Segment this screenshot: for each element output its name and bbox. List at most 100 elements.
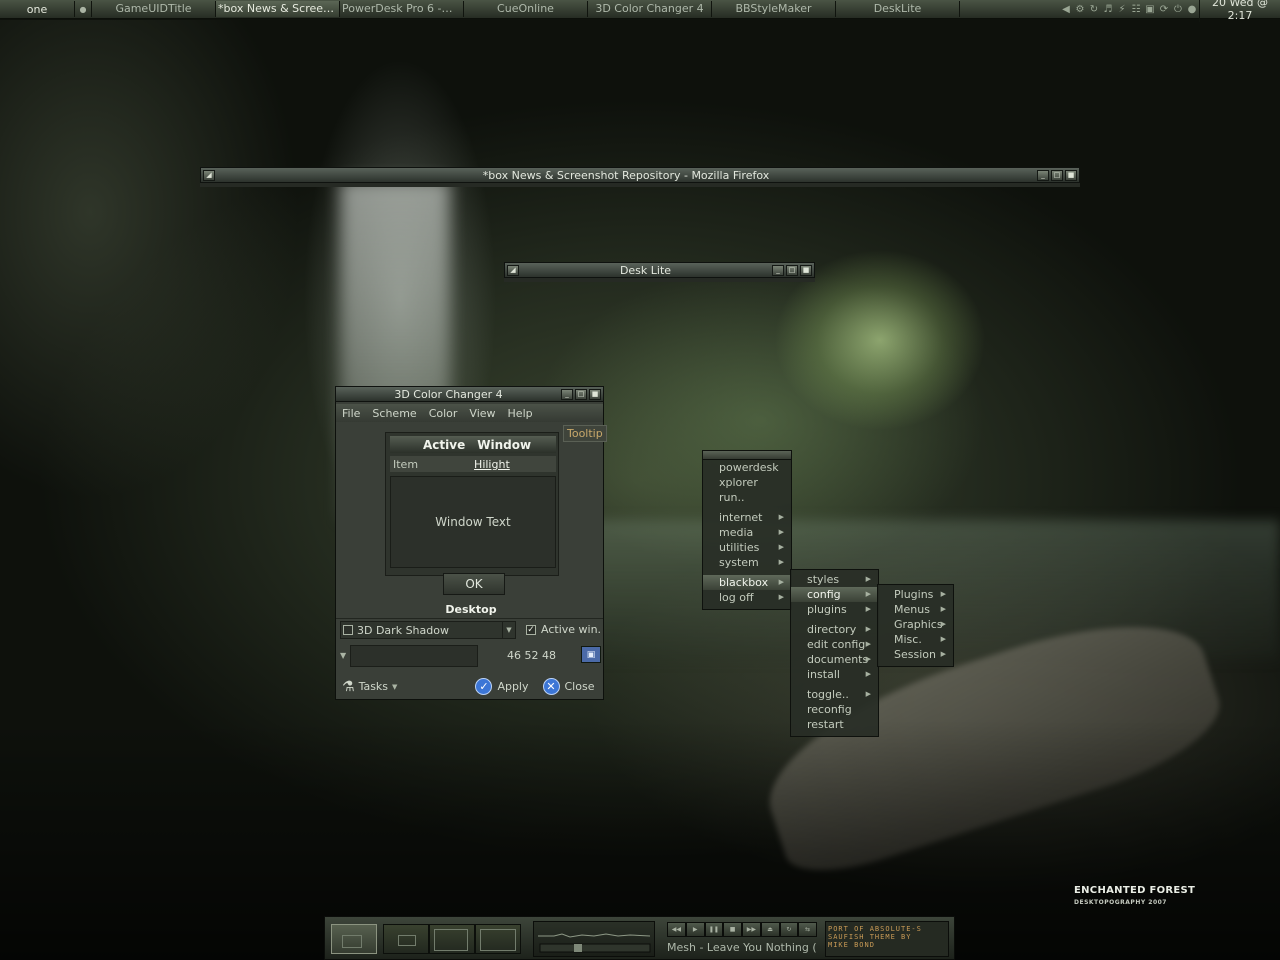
preview-ok-button[interactable]: OK: [443, 573, 505, 595]
apply-icon[interactable]: ✓: [475, 678, 493, 695]
menu-help[interactable]: Help: [502, 407, 539, 420]
minimize-icon[interactable]: _: [561, 388, 573, 400]
workspace-pager-3[interactable]: [429, 924, 475, 954]
root-menu: powerdesk xplorer run.. internet ▶ media ▶…: [702, 450, 792, 610]
tray-window-icon[interactable]: ▣: [1143, 2, 1157, 16]
preview-active-titlebar[interactable]: Active Window: [390, 436, 556, 453]
window-menu-icon[interactable]: ◢: [507, 264, 519, 276]
maximize-icon[interactable]: □: [575, 388, 587, 400]
task-button[interactable]: PowerDesk Pro 6 -> Z...: [340, 1, 464, 17]
next-track-icon[interactable]: ▶▶: [742, 922, 761, 937]
tray-prev-icon[interactable]: ◀: [1059, 2, 1073, 16]
pause-icon[interactable]: ❚❚: [704, 922, 724, 937]
preview-window-text[interactable]: Window Text: [390, 476, 556, 568]
menu-item-blackbox[interactable]: blackbox ▶: [703, 575, 791, 590]
scheme-preview[interactable]: Active Window Item Hilight Window Text: [385, 432, 559, 576]
minimize-icon[interactable]: _: [1037, 169, 1049, 181]
active-win-checkbox[interactable]: ✓: [526, 624, 536, 635]
credit-line: PORT OF ABSOLUTE-S: [828, 925, 922, 933]
close-icon[interactable]: ■: [589, 388, 601, 400]
chevron-down-icon[interactable]: ▼: [502, 622, 515, 638]
menu-item-config[interactable]: config ▶: [791, 587, 878, 602]
menu-color[interactable]: Color: [423, 407, 464, 420]
menu-item-system[interactable]: system ▶: [703, 555, 791, 570]
task-button[interactable]: DeskLite: [836, 1, 960, 17]
preview-menu-row[interactable]: Item Hilight: [390, 456, 556, 472]
workspace-pager-2[interactable]: [383, 924, 429, 954]
tray-sync-icon[interactable]: ↻: [1087, 2, 1101, 16]
task-button[interactable]: BBStyleMaker: [712, 1, 836, 17]
menu-item-install[interactable]: install ▶: [791, 667, 878, 682]
task-button-active[interactable]: *box News & Screensh...: [216, 1, 340, 17]
workspace-pager-1[interactable]: [331, 924, 377, 954]
menu-item-internet[interactable]: internet ▶: [703, 510, 791, 525]
menu-item-toggle[interactable]: toggle.. ▶: [791, 687, 878, 702]
menu-item-config-plugins[interactable]: Plugins ▶: [878, 587, 953, 602]
menu-item-plugins[interactable]: plugins ▶: [791, 602, 878, 617]
menu-view[interactable]: View: [463, 407, 501, 420]
chevron-down-icon[interactable]: ▼: [392, 683, 397, 691]
prev-track-icon[interactable]: ◀◀: [667, 922, 686, 937]
menu-item-logoff[interactable]: log off ▶: [703, 590, 791, 605]
tray-volume-icon[interactable]: ♬: [1101, 2, 1115, 16]
desklite-titlebar[interactable]: ◢ Desk Lite _ □ ■: [504, 262, 815, 278]
tasks-button[interactable]: Tasks: [359, 680, 388, 693]
workspace-label[interactable]: one: [0, 1, 75, 17]
workspace-pager-4[interactable]: [475, 924, 521, 954]
minimize-icon[interactable]: _: [772, 264, 784, 276]
apply-button[interactable]: Apply: [497, 680, 528, 693]
preview-desktop-label[interactable]: Desktop: [385, 603, 557, 616]
menu-item-utilities[interactable]: utilities ▶: [703, 540, 791, 555]
menu-item-config-graphics[interactable]: Graphics ▶: [878, 617, 953, 632]
menu-item-run[interactable]: run..: [703, 490, 791, 505]
repeat-icon[interactable]: ↻: [779, 922, 799, 937]
close-icon[interactable]: ■: [1065, 169, 1077, 181]
tray-gear-icon[interactable]: ⚙: [1073, 2, 1087, 16]
window-menu-icon[interactable]: ◢: [203, 169, 215, 181]
element-checkbox[interactable]: [343, 625, 353, 635]
menu-item-edit-config[interactable]: edit config ▶: [791, 637, 878, 652]
tray-network-icon[interactable]: ☷: [1129, 2, 1143, 16]
eject-icon[interactable]: ⏏: [760, 922, 780, 937]
close-icon[interactable]: ■: [800, 264, 812, 276]
menu-item-config-misc[interactable]: Misc. ▶: [878, 632, 953, 647]
menu-item-documents[interactable]: documents ▶: [791, 652, 878, 667]
color-name-field[interactable]: [350, 645, 478, 667]
menu-item-reconfig[interactable]: reconfig: [791, 702, 878, 717]
task-button[interactable]: CueOnline: [464, 1, 588, 17]
menu-item-styles[interactable]: styles ▶: [791, 572, 878, 587]
expand-arrow-icon[interactable]: ▼: [340, 651, 346, 660]
close-circle-icon[interactable]: ✕: [542, 678, 560, 695]
tray-dot-icon[interactable]: ●: [1185, 2, 1199, 16]
menu-item-directory[interactable]: directory ▶: [791, 622, 878, 637]
task-button[interactable]: 3D Color Changer 4: [588, 1, 712, 17]
menu-item-config-menus[interactable]: Menus ▶: [878, 602, 953, 617]
tasks-icon[interactable]: ⚗: [342, 679, 355, 695]
menu-item-restart[interactable]: restart: [791, 717, 878, 732]
menu-item-media[interactable]: media ▶: [703, 525, 791, 540]
play-icon[interactable]: ▶: [685, 922, 705, 937]
maximize-icon[interactable]: □: [1051, 169, 1063, 181]
close-button[interactable]: Close: [565, 680, 595, 693]
menu-item-config-session[interactable]: Session ▶: [878, 647, 953, 662]
shuffle-icon[interactable]: ⇆: [798, 922, 817, 937]
clock[interactable]: 20 Wed @ 2:17: [1199, 0, 1280, 22]
task-button[interactable]: GameUIDTitle: [92, 1, 216, 17]
audio-visualizer[interactable]: [533, 921, 655, 957]
tray-refresh-icon[interactable]: ⟳: [1157, 2, 1171, 16]
color-picker-icon[interactable]: ▣: [581, 646, 601, 663]
menu-scheme[interactable]: Scheme: [366, 407, 422, 420]
firefox-titlebar[interactable]: ◢ *box News & Screenshot Repository - Mo…: [200, 167, 1080, 183]
maximize-icon[interactable]: □: [786, 264, 798, 276]
element-select[interactable]: 3D Dark Shadow ▼: [340, 621, 516, 639]
menu-item-powerdesk[interactable]: powerdesk: [703, 460, 791, 475]
workspace-next-icon[interactable]: ●: [75, 1, 92, 17]
color-changer-titlebar[interactable]: 3D Color Changer 4 _ □ ■: [335, 386, 604, 402]
menu-item-xplorer[interactable]: xplorer: [703, 475, 791, 490]
menu-file[interactable]: File: [336, 407, 366, 420]
preview-tooltip[interactable]: Tooltip: [563, 425, 607, 442]
tray-flash-icon[interactable]: ⚡: [1115, 2, 1129, 16]
active-win-option[interactable]: ✓ Active win.: [526, 623, 601, 636]
stop-icon[interactable]: ■: [723, 922, 742, 937]
tray-power-icon[interactable]: ⏻: [1171, 2, 1185, 16]
